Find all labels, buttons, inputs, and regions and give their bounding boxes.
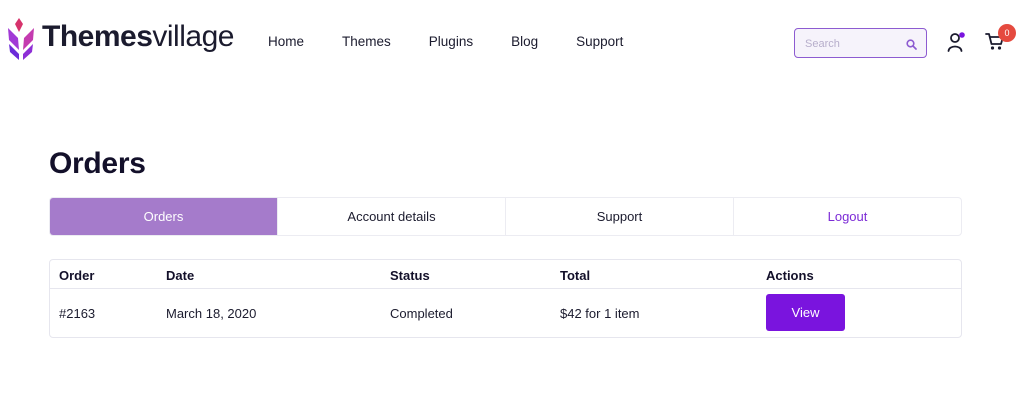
nav-plugins[interactable]: Plugins bbox=[429, 34, 473, 49]
view-order-button[interactable]: View bbox=[766, 294, 845, 331]
search-input[interactable] bbox=[805, 35, 900, 52]
tab-logout[interactable]: Logout bbox=[734, 198, 961, 235]
tab-support[interactable]: Support bbox=[506, 198, 734, 235]
orders-table: Order Date Status Total Actions #2163 Ma… bbox=[49, 259, 962, 338]
brand-logo[interactable]: Themesvillage bbox=[6, 14, 234, 60]
column-header-status: Status bbox=[390, 268, 430, 283]
account-tabs: Orders Account details Support Logout bbox=[49, 197, 962, 236]
site-header: Themesvillage Home Themes Plugins Blog S… bbox=[0, 0, 1024, 86]
column-header-date: Date bbox=[166, 268, 195, 283]
nav-blog[interactable]: Blog bbox=[511, 34, 538, 49]
page-title: Orders bbox=[49, 147, 146, 180]
column-header-total: Total bbox=[560, 268, 591, 283]
column-header-order: Order bbox=[59, 268, 95, 283]
tab-orders[interactable]: Orders bbox=[50, 198, 278, 235]
nav-home[interactable]: Home bbox=[268, 34, 304, 49]
search-box bbox=[794, 28, 927, 58]
brand-name: Themesvillage bbox=[42, 20, 234, 53]
main-nav: Home Themes Plugins Blog Support bbox=[268, 34, 661, 49]
table-row: #2163 March 18, 2020 Completed $42 for 1… bbox=[50, 289, 961, 338]
table-header: Order Date Status Total Actions bbox=[50, 260, 961, 289]
leaf-logo-icon bbox=[8, 18, 34, 60]
tab-account-details[interactable]: Account details bbox=[278, 198, 506, 235]
search-icon[interactable] bbox=[906, 37, 917, 55]
order-total: $42 for 1 item bbox=[560, 306, 640, 321]
nav-themes[interactable]: Themes bbox=[342, 34, 391, 49]
cart-count-badge: 0 bbox=[998, 24, 1016, 42]
order-date: March 18, 2020 bbox=[166, 306, 257, 321]
nav-support[interactable]: Support bbox=[576, 34, 623, 49]
order-number[interactable]: #2163 bbox=[59, 306, 95, 321]
user-icon[interactable] bbox=[947, 31, 967, 58]
order-status: Completed bbox=[390, 306, 453, 321]
column-header-actions: Actions bbox=[766, 268, 814, 283]
